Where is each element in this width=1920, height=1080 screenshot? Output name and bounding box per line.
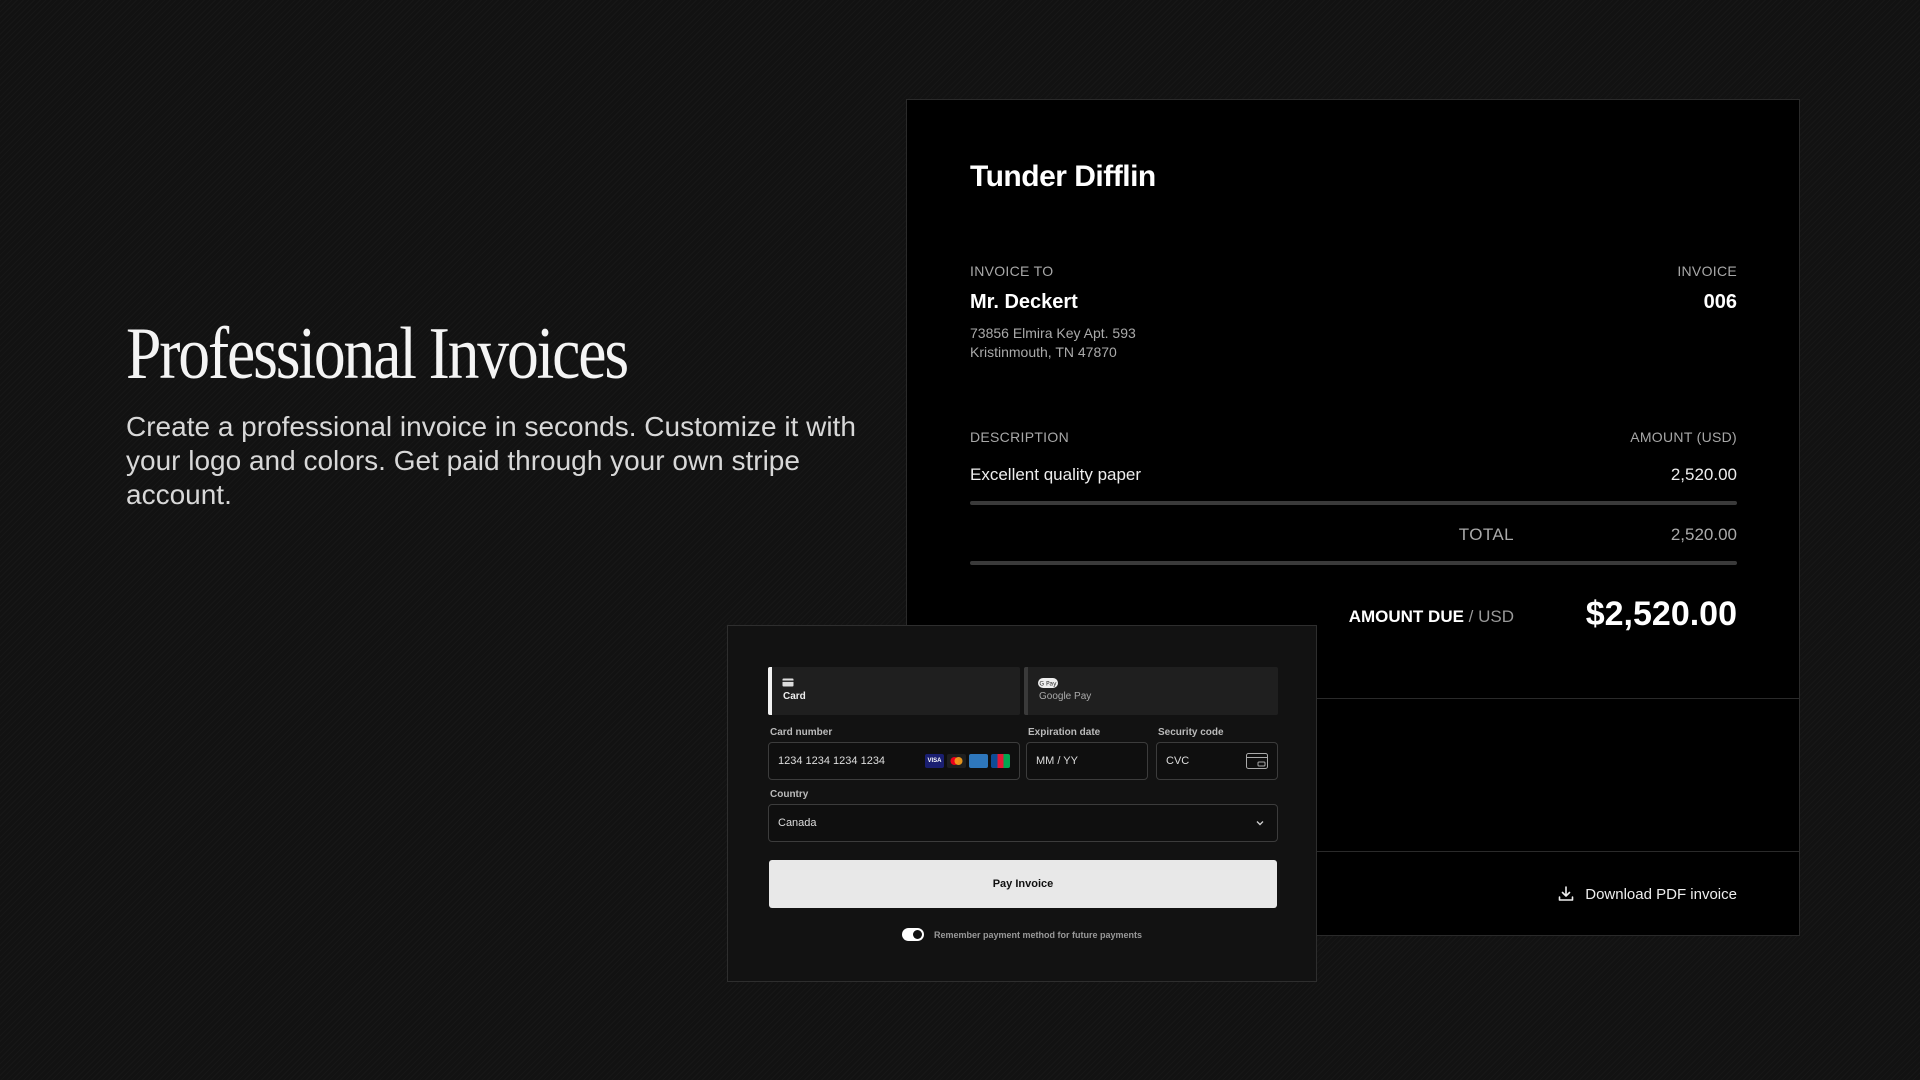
card-number-label: Card number — [770, 727, 833, 738]
amount-due-currency: / USD — [1463, 607, 1514, 626]
line-item-description: Excellent quality paper — [970, 465, 1142, 484]
jcb-icon — [991, 754, 1010, 768]
invoice-to-label: INVOICE TO — [970, 263, 1054, 279]
divider — [970, 501, 1737, 505]
amount-header: AMOUNT (USD) — [1630, 429, 1737, 445]
google-pay-icon: G Pay — [1038, 678, 1058, 688]
hero-description: Create a professional invoice in seconds… — [126, 411, 856, 510]
payment-form: Card G Pay Google Pay Card number Expira… — [727, 625, 1317, 982]
expiration-input[interactable]: MM / YY — [1026, 742, 1148, 780]
card-brands: VISA — [925, 754, 1010, 768]
mastercard-icon — [947, 754, 966, 768]
remember-payment-toggle[interactable] — [901, 928, 924, 941]
description-header: DESCRIPTION — [970, 429, 1069, 445]
svg-text:G Pay: G Pay — [1039, 681, 1057, 688]
invoice-number: 006 — [1703, 291, 1737, 313]
cvc-card-icon — [1246, 753, 1268, 769]
amex-icon — [969, 754, 988, 768]
remember-payment-row: Remember payment method for future payme… — [728, 928, 1316, 941]
card-number-placeholder: 1234 1234 1234 1234 — [778, 755, 886, 767]
country-select[interactable]: Canada — [768, 804, 1278, 842]
visa-icon: VISA — [925, 754, 944, 768]
download-pdf-label: Download PDF invoice — [1585, 885, 1737, 903]
pay-invoice-button[interactable]: Pay Invoice — [769, 860, 1277, 908]
download-icon — [1558, 886, 1574, 901]
divider — [970, 561, 1737, 565]
download-pdf-button[interactable]: Download PDF invoice — [1557, 885, 1737, 903]
amount-due-value: $2,520.00 — [1585, 595, 1737, 633]
expiration-placeholder: MM / YY — [1036, 755, 1078, 767]
total-value: 2,520.00 — [1670, 525, 1737, 544]
tab-card-label: Card — [783, 691, 806, 702]
card-icon — [782, 678, 794, 687]
amount-due-title: AMOUNT DUE — [1348, 607, 1464, 626]
tab-google-pay[interactable]: G Pay Google Pay — [1024, 667, 1278, 715]
hero-title: Professional Invoices — [126, 313, 629, 395]
invoice-number-label: INVOICE — [1677, 263, 1737, 279]
security-code-input[interactable]: CVC — [1156, 742, 1278, 780]
invoice-to-name: Mr. Deckert — [970, 291, 1078, 313]
tab-google-pay-label: Google Pay — [1039, 691, 1092, 702]
address-line-1: 73856 Elmira Key Apt. 593 — [970, 325, 1136, 341]
expiration-label: Expiration date — [1028, 727, 1101, 738]
amount-due-label: AMOUNT DUE / USD — [1349, 607, 1514, 627]
card-number-input[interactable]: 1234 1234 1234 1234 VISA — [768, 742, 1020, 780]
country-value: Canada — [778, 817, 817, 829]
address-line-2: Kristinmouth, TN 47870 — [970, 344, 1117, 360]
country-label: Country — [770, 789, 809, 800]
company-name: Tunder Difflin — [970, 160, 1156, 193]
chevron-down-icon — [1256, 821, 1264, 826]
total-label: TOTAL — [1458, 525, 1514, 544]
security-code-label: Security code — [1158, 727, 1224, 738]
line-item-amount: 2,520.00 — [1670, 465, 1737, 484]
tab-card[interactable]: Card — [768, 667, 1020, 715]
security-code-placeholder: CVC — [1166, 755, 1190, 767]
remember-payment-label: Remember payment method for future payme… — [933, 929, 1143, 940]
